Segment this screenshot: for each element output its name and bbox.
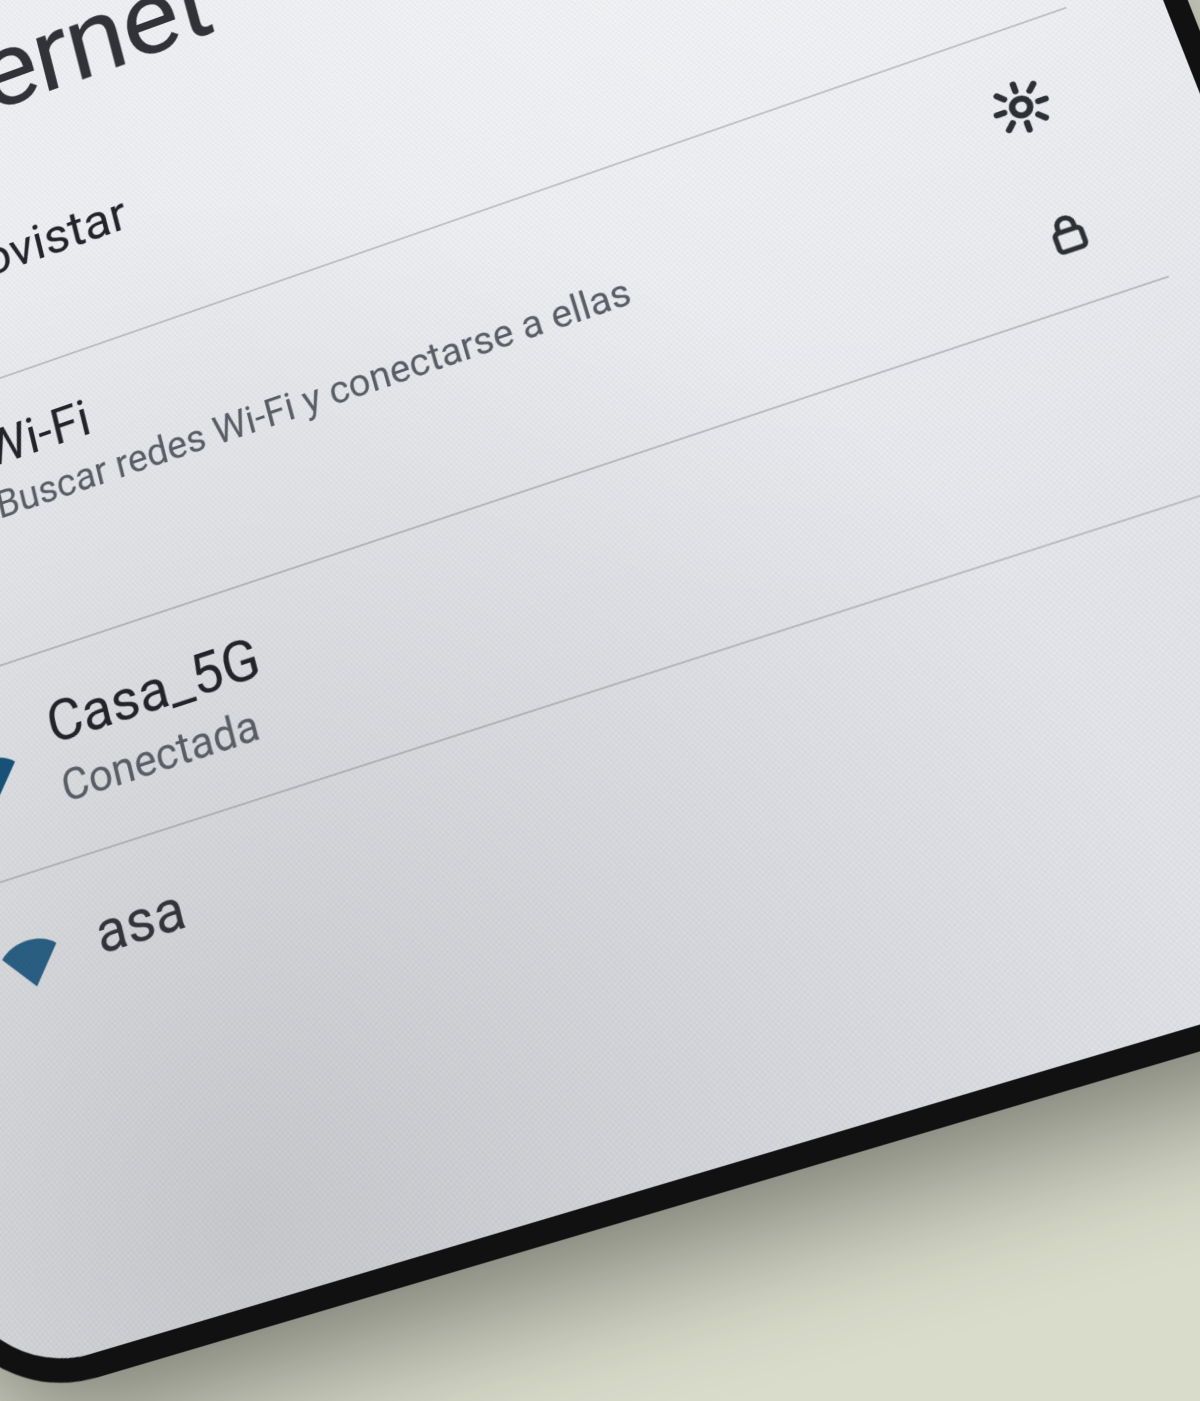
wifi-icon [0, 731, 31, 820]
gear-icon[interactable] [982, 70, 1062, 148]
phone-screen: ernet movistar 4G [0, 0, 1200, 1388]
lock-icon [1036, 203, 1102, 267]
wifi-icon [0, 911, 73, 1003]
